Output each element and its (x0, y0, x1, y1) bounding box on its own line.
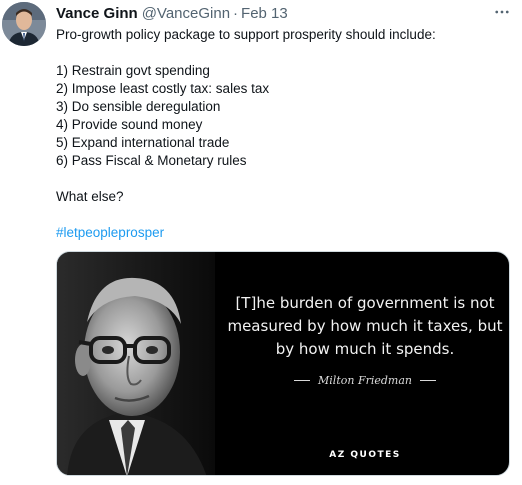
list-item: 4) Provide sound money (56, 117, 203, 132)
handle[interactable]: @VanceGinn (142, 4, 230, 24)
tweet-intro: Pro-growth policy package to support pro… (56, 27, 436, 42)
list-item: 3) Do sensible deregulation (56, 99, 221, 114)
portrait-photo (57, 252, 215, 475)
tweet[interactable]: Vance Ginn @VanceGinn · Feb 13 Pro-growt… (0, 0, 522, 485)
quote-attribution: Milton Friedman (225, 374, 505, 387)
dash-decoration (294, 380, 311, 381)
tweet-text: Pro-growth policy package to support pro… (56, 26, 516, 242)
brand-logo: AZ QUOTES (329, 450, 401, 460)
hashtag-link[interactable]: #letpeopleprosper (56, 224, 516, 242)
separator-dot: · (233, 5, 239, 22)
attribution-name: Milton Friedman (318, 374, 412, 387)
list-item: 1) Restrain govt spending (56, 63, 210, 78)
more-options-button[interactable] (490, 2, 514, 22)
list-item: 6) Pass Fiscal & Monetary rules (56, 153, 247, 168)
quote-text: [T]he burden of government is not measur… (227, 294, 503, 358)
timestamp[interactable]: Feb 13 (241, 4, 288, 24)
tweet-question: What else? (56, 189, 124, 204)
more-horizontal-icon (495, 10, 509, 14)
list-item: 2) Impose least costly tax: sales tax (56, 81, 270, 96)
display-name[interactable]: Vance Ginn (56, 4, 138, 24)
tweet-header: Vance Ginn @VanceGinn · Feb 13 (56, 4, 492, 24)
dash-decoration (419, 380, 436, 381)
quote-image[interactable]: [T]he burden of government is not measur… (56, 251, 510, 476)
avatar[interactable] (2, 2, 46, 46)
avatar-image (2, 2, 46, 46)
list-item: 5) Expand international trade (56, 135, 230, 150)
